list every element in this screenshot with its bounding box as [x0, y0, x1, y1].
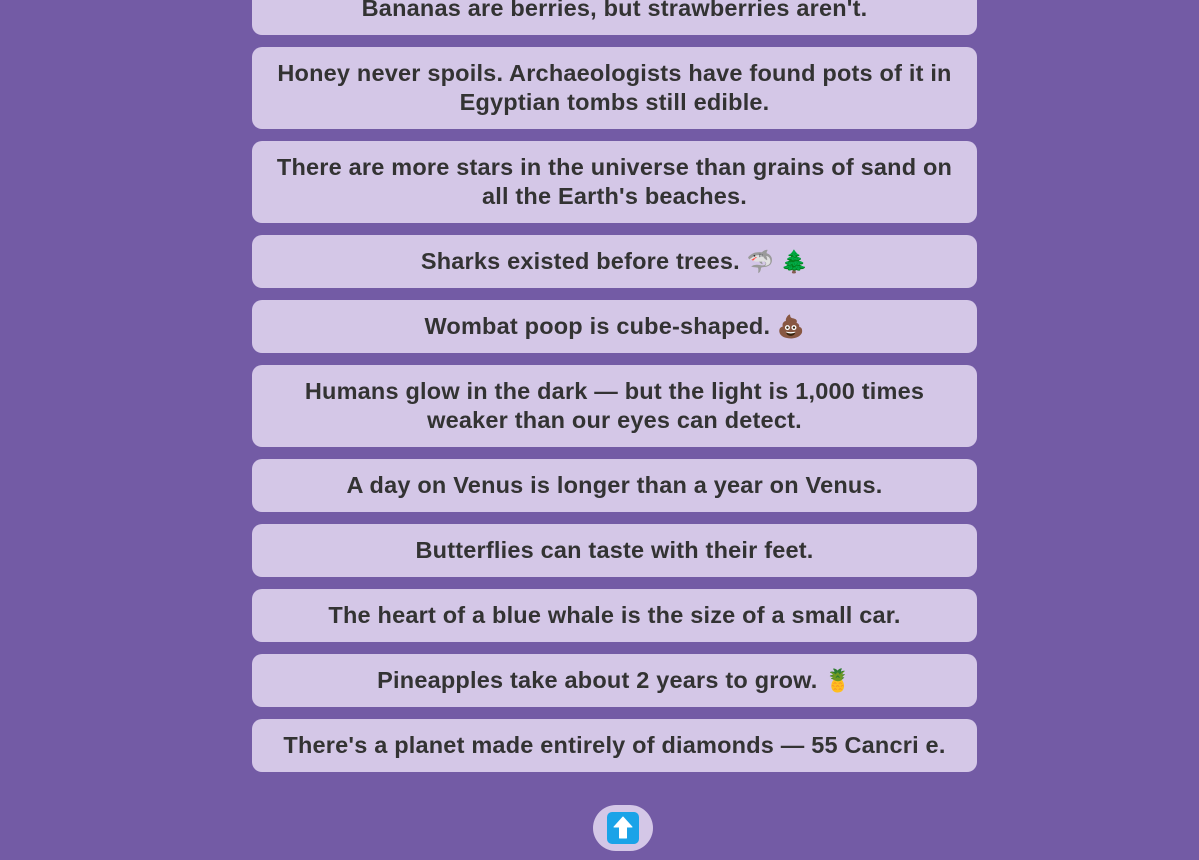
fact-text: There are more stars in the universe tha… [276, 154, 953, 209]
fact-text: Wombat poop is cube-shaped. [424, 313, 771, 339]
poop-emoji-icon: 💩 [776, 314, 805, 339]
fact-card: Butterflies can taste with their feet. [252, 524, 977, 577]
fact-card: Humans glow in the dark — but the light … [252, 365, 977, 447]
fact-card: Wombat poop is cube-shaped. 💩 [252, 300, 977, 353]
fact-text: A day on Venus is longer than a year on … [346, 472, 883, 498]
fact-card: Honey never spoils. Archaeologists have … [252, 47, 977, 129]
fact-card: There's a planet made entirely of diamon… [252, 719, 977, 772]
scroll-to-top-button[interactable] [593, 805, 653, 851]
fact-text: Honey never spoils. Archaeologists have … [277, 60, 952, 115]
up-arrow-icon [607, 812, 639, 844]
fact-card: Pineapples take about 2 years to grow. 🍍 [252, 654, 977, 707]
pineapple-emoji-icon: 🍍 [824, 668, 852, 693]
fact-card: Sharks existed before trees. 🦈 🌲 [252, 235, 977, 288]
fact-text: Pineapples take about 2 years to grow. [377, 667, 818, 693]
fact-text: Bananas are berries, but strawberries ar… [361, 0, 868, 21]
facts-list: Bananas are berries, but strawberries ar… [252, 0, 977, 784]
shark-tree-emoji-icon: 🦈 🌲 [746, 249, 809, 274]
fact-card: The heart of a blue whale is the size of… [252, 589, 977, 642]
fact-card: A day on Venus is longer than a year on … [252, 459, 977, 512]
fact-text: Humans glow in the dark — but the light … [304, 378, 925, 433]
fact-text: Sharks existed before trees. [420, 248, 740, 274]
fact-card: Bananas are berries, but strawberries ar… [252, 0, 977, 35]
fact-text: There's a planet made entirely of diamon… [283, 732, 946, 758]
fact-text: The heart of a blue whale is the size of… [328, 602, 901, 628]
fact-text: Butterflies can taste with their feet. [415, 537, 814, 563]
fact-card: There are more stars in the universe tha… [252, 141, 977, 223]
